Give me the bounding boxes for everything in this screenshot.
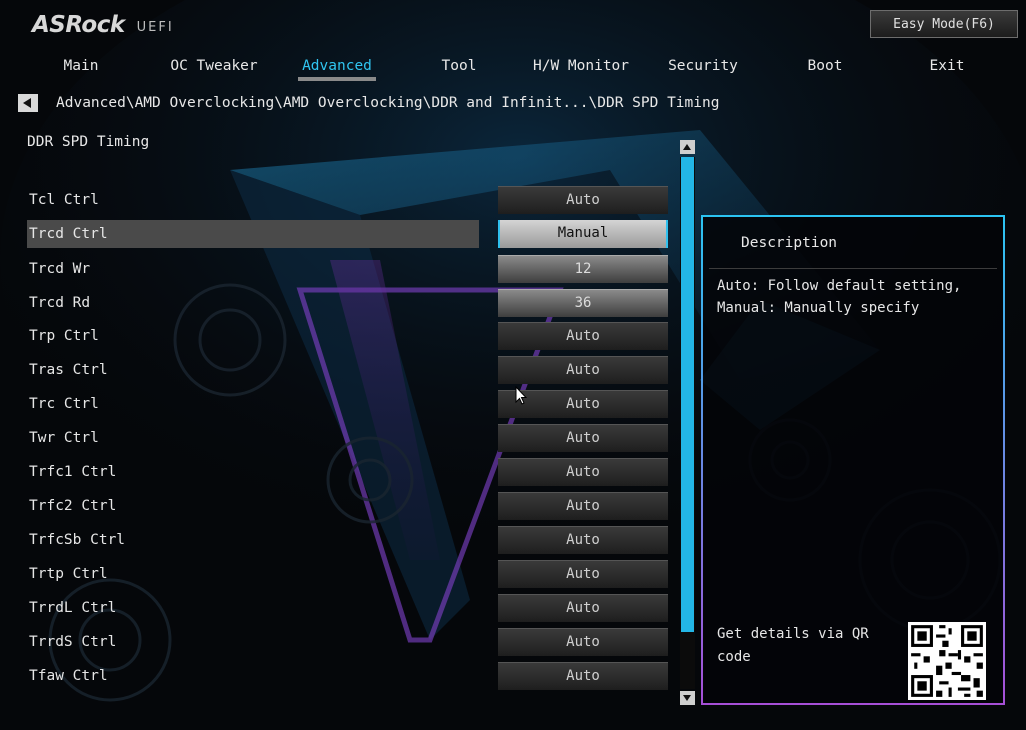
setting-row-trfc2-ctrl[interactable]: Trfc2 Ctrl Auto (27, 492, 669, 520)
setting-value-trcd-wr[interactable]: 12 (498, 255, 668, 283)
setting-label: Tfaw Ctrl (29, 668, 108, 684)
setting-value-trcd-rd[interactable]: 36 (498, 289, 668, 317)
setting-value-twr-ctrl[interactable]: Auto (498, 424, 668, 452)
main-tabs: Main OC Tweaker Advanced Tool H/W Monito… (20, 56, 1020, 84)
setting-value-trrdl-ctrl[interactable]: Auto (498, 594, 668, 622)
tab-tool[interactable]: Tool (398, 56, 520, 82)
tab-hw-monitor[interactable]: H/W Monitor (520, 56, 642, 82)
logo-sub: UEFI (136, 20, 174, 35)
setting-row-trcd-ctrl[interactable]: Trcd Ctrl Manual (27, 220, 669, 248)
setting-label: Trcd Wr (29, 261, 91, 277)
easy-mode-button[interactable]: Easy Mode(F6) (870, 10, 1018, 38)
tab-boot[interactable]: Boot (764, 56, 886, 82)
setting-label: TrrdS Ctrl (29, 634, 117, 650)
scrollbar-thumb[interactable] (681, 157, 694, 632)
setting-label: Trtp Ctrl (29, 566, 108, 582)
setting-row-trfc1-ctrl[interactable]: Trfc1 Ctrl Auto (27, 458, 669, 486)
tab-exit[interactable]: Exit (886, 56, 1008, 82)
description-panel: Description Auto: Follow default setting… (701, 215, 1005, 705)
setting-value-trfc2-ctrl[interactable]: Auto (498, 492, 668, 520)
setting-label: Trc Ctrl (29, 396, 99, 412)
breadcrumb-path: Advanced\AMD Overclocking\AMD Overclocki… (56, 95, 720, 111)
tab-security[interactable]: Security (642, 56, 764, 82)
setting-label: Trcd Ctrl (29, 226, 108, 242)
setting-row-trrds-ctrl[interactable]: TrrdS Ctrl Auto (27, 628, 669, 656)
setting-row-trcd-wr[interactable]: Trcd Wr 12 (27, 255, 669, 283)
setting-value-tcl-ctrl[interactable]: Auto (498, 186, 668, 214)
setting-row-tfaw-ctrl[interactable]: Tfaw Ctrl Auto (27, 662, 669, 690)
setting-row-trc-ctrl[interactable]: Trc Ctrl Auto (27, 390, 669, 418)
setting-label: TrfcSb Ctrl (29, 532, 126, 548)
section-title: DDR SPD Timing (27, 134, 150, 150)
setting-value-tras-ctrl[interactable]: Auto (498, 356, 668, 384)
setting-label: Trfc2 Ctrl (29, 498, 117, 514)
qr-caption: Get details via QR code (717, 626, 869, 665)
setting-value-trtp-ctrl[interactable]: Auto (498, 560, 668, 588)
description-title: Description (741, 235, 838, 251)
setting-row-trp-ctrl[interactable]: Trp Ctrl Auto (27, 322, 669, 350)
setting-label: Twr Ctrl (29, 430, 99, 446)
mouse-cursor-icon (515, 386, 527, 405)
setting-row-tras-ctrl[interactable]: Tras Ctrl Auto (27, 356, 669, 384)
breadcrumb: Advanced\AMD Overclocking\AMD Overclocki… (18, 93, 1018, 113)
description-divider (709, 268, 997, 269)
setting-label: Tras Ctrl (29, 362, 108, 378)
logo-brand: ASRock (32, 12, 125, 38)
setting-value-trrds-ctrl[interactable]: Auto (498, 628, 668, 656)
setting-value-tfaw-ctrl[interactable]: Auto (498, 662, 668, 690)
description-text: Auto: Follow default setting, Manual: Ma… (717, 278, 962, 316)
tab-main[interactable]: Main (20, 56, 142, 82)
active-tab-underline (298, 77, 376, 81)
scroll-up-arrow-icon[interactable] (680, 140, 695, 154)
setting-value-trfc1-ctrl[interactable]: Auto (498, 458, 668, 486)
tab-advanced-label: Advanced (302, 58, 372, 74)
tab-advanced[interactable]: Advanced (276, 56, 398, 82)
setting-value-trp-ctrl[interactable]: Auto (498, 322, 668, 350)
back-arrow-icon[interactable] (18, 94, 38, 112)
setting-value-trcd-ctrl[interactable]: Manual (498, 220, 668, 248)
setting-row-trrdl-ctrl[interactable]: TrrdL Ctrl Auto (27, 594, 669, 622)
setting-row-twr-ctrl[interactable]: Twr Ctrl Auto (27, 424, 669, 452)
setting-row-trtp-ctrl[interactable]: Trtp Ctrl Auto (27, 560, 669, 588)
setting-row-tcl-ctrl[interactable]: Tcl Ctrl Auto (27, 186, 669, 214)
setting-label: Trfc1 Ctrl (29, 464, 117, 480)
setting-value-trfcsb-ctrl[interactable]: Auto (498, 526, 668, 554)
setting-label: Tcl Ctrl (29, 192, 99, 208)
qr-code-icon (908, 622, 986, 700)
tab-oc-tweaker[interactable]: OC Tweaker (153, 56, 275, 82)
setting-label: Trp Ctrl (29, 328, 99, 344)
setting-row-trcd-rd[interactable]: Trcd Rd 36 (27, 289, 669, 317)
scroll-down-arrow-icon[interactable] (680, 691, 695, 705)
setting-label: TrrdL Ctrl (29, 600, 117, 616)
asrock-logo: ASRock UEFI (32, 12, 174, 38)
setting-row-trfcsb-ctrl[interactable]: TrfcSb Ctrl Auto (27, 526, 669, 554)
setting-label: Trcd Rd (29, 295, 91, 311)
